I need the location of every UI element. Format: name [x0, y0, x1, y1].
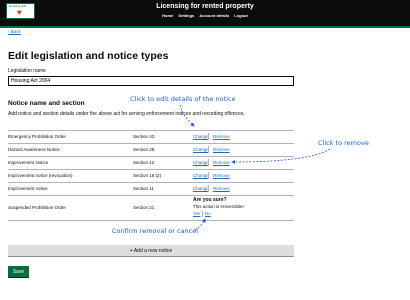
annotation-arrows: [179, 104, 331, 231]
arrow-to-confirm: [194, 218, 206, 231]
arrow-to-change: [179, 104, 195, 127]
arrow-to-remove: [231, 148, 331, 164]
